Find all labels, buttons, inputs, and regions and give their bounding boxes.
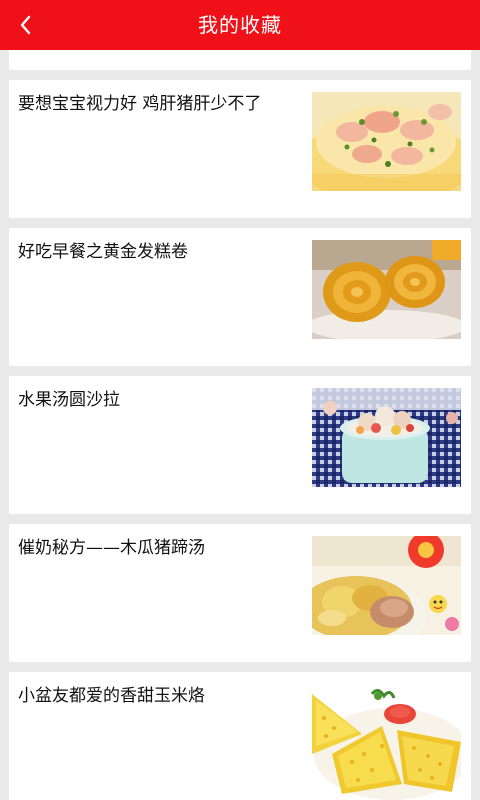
favorite-item[interactable]: 小盆友都爱的香甜玉米烙 [9, 672, 471, 800]
favorite-item-title: 要想宝宝视力好 鸡肝猪肝少不了 [18, 94, 262, 114]
golden-sponge-roll-photo [312, 240, 461, 339]
favorite-item[interactable]: 要想宝宝视力好 鸡肝猪肝少不了 [9, 80, 471, 218]
app-header: 我的收藏 [0, 0, 480, 50]
favorite-item-title: 水果汤圆沙拉 [18, 390, 120, 410]
favorite-item-title: 好吃早餐之黄金发糕卷 [18, 242, 188, 262]
favorites-list[interactable]: 要想宝宝视力好 鸡肝猪肝少不了 好吃早餐之黄金发糕卷 水果汤圆沙拉 催奶秘方——… [0, 50, 480, 800]
favorite-item-title: 小盆友都爱的香甜玉米烙 [18, 686, 205, 706]
egg-custard-with-shrimp-photo [312, 92, 461, 191]
list-item-partial[interactable] [9, 50, 471, 70]
favorite-item[interactable]: 催奶秘方——木瓜猪蹄汤 [9, 524, 471, 662]
papaya-pork-trotter-soup-photo [312, 536, 461, 635]
fruit-rice-ball-salad-photo [312, 388, 461, 487]
sweet-corn-pancake-photo [312, 684, 461, 800]
page-title: 我的收藏 [198, 13, 282, 37]
favorite-item[interactable]: 好吃早餐之黄金发糕卷 [9, 228, 471, 366]
favorite-item-title: 催奶秘方——木瓜猪蹄汤 [18, 538, 205, 558]
favorite-item[interactable]: 水果汤圆沙拉 [9, 376, 471, 514]
